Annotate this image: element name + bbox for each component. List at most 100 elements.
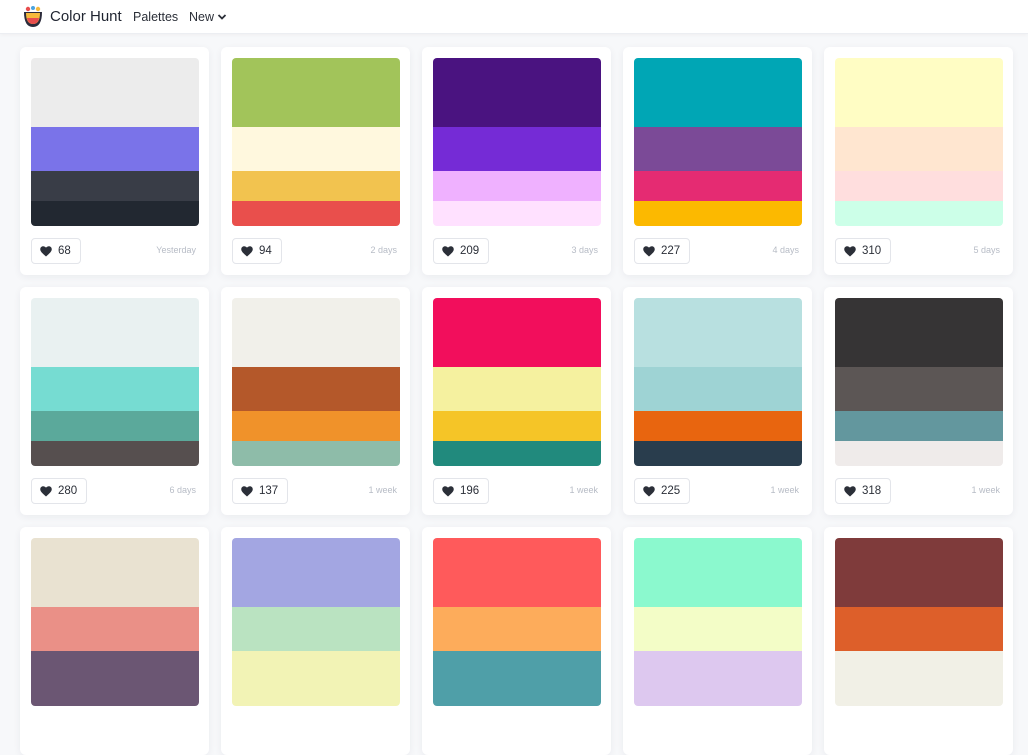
color-swatch[interactable]: [433, 411, 601, 441]
color-swatch[interactable]: [634, 298, 802, 367]
nav-new-dropdown[interactable]: New: [189, 10, 227, 24]
color-swatch[interactable]: [634, 411, 802, 441]
palette-card: 196 1 week: [422, 287, 611, 515]
heart-icon: [844, 245, 856, 256]
color-swatch[interactable]: [835, 201, 1003, 226]
like-button[interactable]: 318: [835, 478, 892, 504]
like-button[interactable]: 94: [232, 238, 282, 264]
color-swatch[interactable]: [31, 607, 199, 651]
palette-swatches[interactable]: [835, 298, 1003, 466]
like-button[interactable]: 209: [433, 238, 490, 264]
palette-swatches[interactable]: [31, 298, 199, 466]
color-swatch[interactable]: [232, 651, 400, 681]
color-swatch[interactable]: [634, 538, 802, 607]
color-swatch[interactable]: [835, 58, 1003, 127]
color-swatch[interactable]: [31, 201, 199, 226]
color-swatch[interactable]: [31, 127, 199, 171]
heart-icon: [442, 245, 454, 256]
color-swatch[interactable]: [835, 538, 1003, 607]
heart-icon: [241, 485, 253, 496]
color-swatch[interactable]: [433, 651, 601, 681]
color-swatch[interactable]: [232, 681, 400, 706]
palette-swatches[interactable]: [232, 298, 400, 466]
color-swatch[interactable]: [433, 201, 601, 226]
heart-icon: [40, 485, 52, 496]
color-swatch[interactable]: [835, 171, 1003, 201]
palette-card: 94 2 days: [221, 47, 410, 275]
color-swatch[interactable]: [433, 58, 601, 127]
color-hunt-logo-icon[interactable]: [22, 5, 44, 29]
like-button[interactable]: 225: [634, 478, 691, 504]
like-button[interactable]: 68: [31, 238, 81, 264]
color-swatch[interactable]: [232, 441, 400, 466]
color-swatch[interactable]: [232, 171, 400, 201]
color-swatch[interactable]: [634, 201, 802, 226]
color-swatch[interactable]: [634, 127, 802, 171]
like-button[interactable]: 227: [634, 238, 691, 264]
color-swatch[interactable]: [634, 441, 802, 466]
color-swatch[interactable]: [232, 58, 400, 127]
color-swatch[interactable]: [835, 127, 1003, 171]
color-swatch[interactable]: [31, 411, 199, 441]
color-swatch[interactable]: [835, 607, 1003, 651]
palette-swatches[interactable]: [634, 298, 802, 466]
palette-card: 137 1 week: [221, 287, 410, 515]
color-swatch[interactable]: [232, 127, 400, 171]
color-swatch[interactable]: [232, 411, 400, 441]
palette-swatches[interactable]: [835, 58, 1003, 226]
color-swatch[interactable]: [433, 127, 601, 171]
color-swatch[interactable]: [835, 651, 1003, 681]
color-swatch[interactable]: [31, 441, 199, 466]
palette-date: 1 week: [569, 485, 598, 495]
palette-swatches[interactable]: [31, 58, 199, 226]
color-swatch[interactable]: [634, 58, 802, 127]
color-swatch[interactable]: [232, 367, 400, 411]
color-swatch[interactable]: [634, 681, 802, 706]
color-swatch[interactable]: [835, 681, 1003, 706]
color-swatch[interactable]: [31, 651, 199, 681]
color-swatch[interactable]: [433, 681, 601, 706]
color-swatch[interactable]: [31, 367, 199, 411]
color-swatch[interactable]: [433, 607, 601, 651]
like-count: 280: [58, 485, 78, 497]
color-swatch[interactable]: [31, 58, 199, 127]
palette-date: 4 days: [772, 245, 799, 255]
color-swatch[interactable]: [634, 651, 802, 681]
palette-card: [824, 527, 1013, 755]
color-swatch[interactable]: [433, 298, 601, 367]
like-button[interactable]: 310: [835, 238, 892, 264]
palette-card: 310 5 days: [824, 47, 1013, 275]
top-navigation-bar: Color Hunt Palettes New: [0, 0, 1028, 34]
color-swatch[interactable]: [835, 298, 1003, 367]
color-swatch[interactable]: [835, 411, 1003, 441]
palette-date: 5 days: [973, 245, 1000, 255]
color-swatch[interactable]: [31, 538, 199, 607]
like-count: 227: [661, 245, 681, 257]
color-swatch[interactable]: [634, 171, 802, 201]
like-button[interactable]: 137: [232, 478, 289, 504]
brand-title[interactable]: Color Hunt: [50, 8, 122, 25]
color-swatch[interactable]: [835, 367, 1003, 411]
nav-palettes-link[interactable]: Palettes: [133, 10, 178, 24]
palette-swatches[interactable]: [433, 298, 601, 466]
color-swatch[interactable]: [433, 367, 601, 411]
color-swatch[interactable]: [232, 538, 400, 607]
color-swatch[interactable]: [634, 367, 802, 411]
color-swatch[interactable]: [433, 171, 601, 201]
palette-swatches[interactable]: [634, 58, 802, 226]
color-swatch[interactable]: [31, 681, 199, 706]
like-button[interactable]: 196: [433, 478, 490, 504]
color-swatch[interactable]: [31, 298, 199, 367]
color-swatch[interactable]: [31, 171, 199, 201]
color-swatch[interactable]: [232, 201, 400, 226]
palette-card: 225 1 week: [623, 287, 812, 515]
palette-swatches[interactable]: [232, 58, 400, 226]
color-swatch[interactable]: [835, 441, 1003, 466]
color-swatch[interactable]: [433, 441, 601, 466]
color-swatch[interactable]: [634, 607, 802, 651]
color-swatch[interactable]: [232, 298, 400, 367]
like-button[interactable]: 280: [31, 478, 88, 504]
color-swatch[interactable]: [232, 607, 400, 651]
color-swatch[interactable]: [433, 538, 601, 607]
palette-swatches[interactable]: [433, 58, 601, 226]
